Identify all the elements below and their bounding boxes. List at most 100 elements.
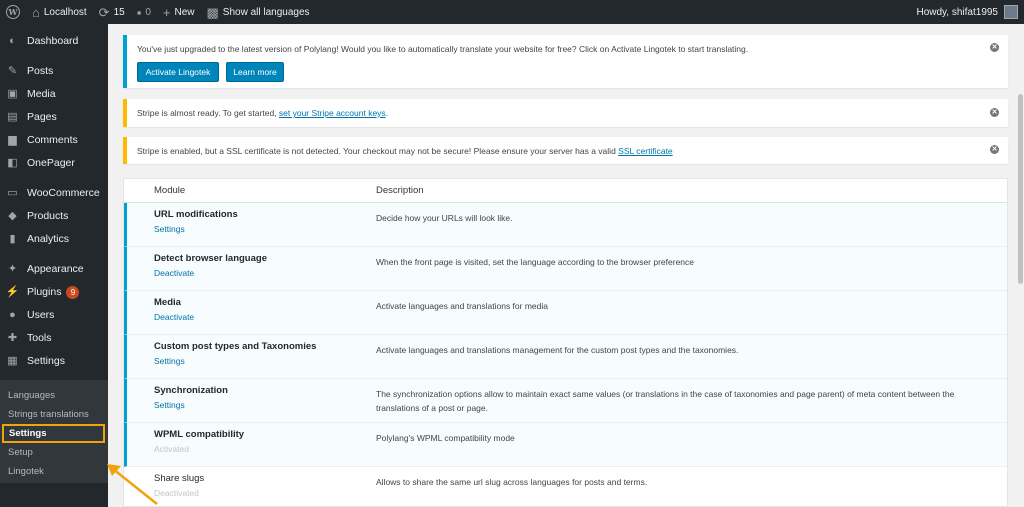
modules-table: Module Description URL modifications Sett… — [123, 178, 1008, 507]
users-icon: ● — [9, 308, 16, 321]
sidebar-item-label: OnePager — [27, 157, 75, 169]
media-icon: ▣ — [7, 87, 18, 100]
new-label: New — [174, 6, 195, 18]
module-name: Detect browser language — [154, 253, 267, 264]
sidebar-item-label: Settings — [27, 355, 65, 367]
languages-icon: ▩ — [206, 4, 219, 20]
updates-icon: ⟳ — [98, 4, 110, 20]
stripe-keys-link[interactable]: set your Stripe account keys — [279, 108, 386, 118]
sidebar-item-media[interactable]: ▣ Media — [0, 83, 108, 105]
site-name: Localhost — [43, 6, 87, 18]
dismiss-icon[interactable]: ✕ — [990, 43, 999, 52]
updates-link[interactable]: ⟳ 15 — [93, 0, 131, 24]
new-content-link[interactable]: + New — [157, 0, 201, 24]
table-row: Detect browser language Deactivate When th… — [124, 247, 1007, 291]
learn-more-button[interactable]: Learn more — [226, 62, 284, 82]
ssl-notice: Stripe is enabled, but a SSL certificate… — [123, 137, 1008, 164]
ssl-certificate-link[interactable]: SSL certificate — [618, 146, 673, 156]
pages-icon: ▤ — [7, 110, 18, 123]
module-name: Share slugs — [154, 473, 205, 484]
sidebar-item-woocommerce[interactable]: ▭ WooCommerce — [0, 182, 108, 204]
dashboard-icon: ◐ — [9, 34, 16, 47]
stripe-text: Stripe is almost ready. To get started, — [137, 108, 277, 118]
dismiss-icon[interactable]: ✕ — [990, 108, 999, 117]
home-icon: ⌂ — [32, 4, 40, 20]
ssl-notice-text: Stripe is enabled, but a SSL certificate… — [137, 146, 673, 156]
stripe-notice-text: Stripe is almost ready. To get started, … — [137, 108, 389, 118]
table-row: Media Deactivate Activate languages and tr… — [124, 291, 1007, 335]
wp-logo-menu[interactable]: W — [0, 0, 26, 24]
module-description: Activate languages and translations mana… — [376, 345, 739, 355]
submenu-item-settings[interactable]: Settings — [2, 424, 105, 443]
comments-link[interactable]: ▪ 0 — [131, 0, 157, 24]
sidebar-item-label: Comments — [27, 134, 78, 146]
languages-filter-link[interactable]: ▩ Show all languages — [200, 0, 315, 24]
table-row: WPML compatibility Activated Polylang's WP… — [124, 423, 1007, 467]
sidebar-item-analytics[interactable]: ▮ Analytics — [0, 228, 108, 250]
sidebar-item-label: Plugins — [27, 286, 62, 298]
sidebar-item-label: Analytics — [27, 233, 70, 245]
stripe-notice: Stripe is almost ready. To get started, … — [123, 99, 1008, 127]
module-settings-link[interactable]: Settings — [154, 356, 185, 366]
plugins-icon: ⚡ — [5, 285, 20, 298]
wordpress-logo-icon: W — [6, 5, 20, 19]
module-description: Decide how your URLs will look like. — [376, 213, 513, 223]
module-description: The synchronization options allow to mai… — [376, 389, 955, 413]
submenu-item-lingotek[interactable]: Lingotek — [0, 462, 108, 481]
sidebar-item-label: Pages — [27, 111, 57, 123]
sidebar-item-dashboard[interactable]: ◐ Dashboard — [0, 30, 108, 52]
dismiss-icon[interactable]: ✕ — [990, 145, 999, 154]
appearance-icon: ✦ — [7, 262, 18, 275]
module-deactivate-link[interactable]: Deactivate — [154, 312, 194, 322]
onepager-icon: ◧ — [7, 156, 18, 169]
pin-icon: ✎ — [7, 64, 18, 77]
woocommerce-icon: ▭ — [7, 186, 18, 199]
account-menu[interactable]: Howdy, shifat1995 — [916, 5, 1024, 19]
products-icon: ◆ — [8, 209, 17, 222]
module-description: Activate languages and translations for … — [376, 301, 548, 311]
analytics-icon: ▮ — [9, 232, 16, 245]
module-name: Custom post types and Taxonomies — [154, 341, 317, 352]
plugins-update-badge: 9 — [66, 285, 80, 299]
module-settings-link[interactable]: Settings — [154, 224, 185, 234]
table-row: Synchronization Settings The synchronizati… — [124, 379, 1007, 423]
avatar — [1004, 5, 1018, 19]
module-name: URL modifications — [154, 209, 238, 220]
activate-lingotek-button[interactable]: Activate Lingotek — [137, 62, 219, 82]
site-name-link[interactable]: ⌂ Localhost — [26, 0, 93, 24]
module-deactivate-link[interactable]: Deactivate — [154, 268, 194, 278]
sidebar-item-label: Appearance — [27, 263, 84, 275]
module-description: When the front page is visited, set the … — [376, 257, 694, 267]
module-name: WPML compatibility — [154, 429, 245, 440]
sidebar-item-users[interactable]: ● Users — [0, 304, 108, 326]
comment-icon: ▪ — [136, 4, 142, 20]
sidebar-item-label: WooCommerce — [27, 187, 100, 199]
sidebar-item-plugins[interactable]: ⚡ Plugins 9 — [0, 281, 108, 303]
sidebar-item-label: Dashboard — [27, 35, 79, 47]
module-deactivated-link: Deactivated — [154, 488, 199, 498]
submenu-item-setup[interactable]: Setup — [0, 443, 108, 462]
module-settings-link[interactable]: Settings — [154, 400, 185, 410]
scrollbar-thumb[interactable] — [1018, 94, 1023, 284]
sidebar-item-pages[interactable]: ▤ Pages — [0, 106, 108, 128]
sidebar-item-tools[interactable]: ✚ Tools — [0, 327, 108, 349]
submenu-item-languages[interactable]: Languages — [0, 386, 108, 405]
sidebar-item-comments[interactable]: ▆ Comments — [0, 129, 108, 151]
sidebar-item-onepager[interactable]: ◧ OnePager — [0, 152, 108, 174]
sidebar-item-products[interactable]: ◆ Products — [0, 205, 108, 227]
languages-submenu: Languages Strings translations Settings Set… — [0, 380, 108, 483]
scrollbar[interactable] — [1017, 24, 1024, 507]
plus-icon: + — [162, 4, 171, 20]
sidebar-item-appearance[interactable]: ✦ Appearance — [0, 258, 108, 280]
description-column-header: Description — [376, 185, 424, 196]
table-row: URL modifications Settings Decide how your… — [124, 203, 1007, 247]
sidebar-item-settings[interactable]: ▦ Settings — [0, 350, 108, 372]
ssl-text: Stripe is enabled, but a SSL certificate… — [137, 146, 616, 156]
lingotek-notice-text: You've just upgraded to the latest versi… — [137, 44, 749, 54]
howdy-text: Howdy, shifat1995 — [916, 6, 998, 18]
sidebar-item-label: Tools — [27, 332, 52, 344]
sidebar-item-label: Media — [27, 88, 56, 100]
tools-icon: ✚ — [7, 331, 18, 344]
sidebar-item-posts[interactable]: ✎ Posts — [0, 60, 108, 82]
submenu-item-strings-translations[interactable]: Strings translations — [0, 405, 108, 424]
